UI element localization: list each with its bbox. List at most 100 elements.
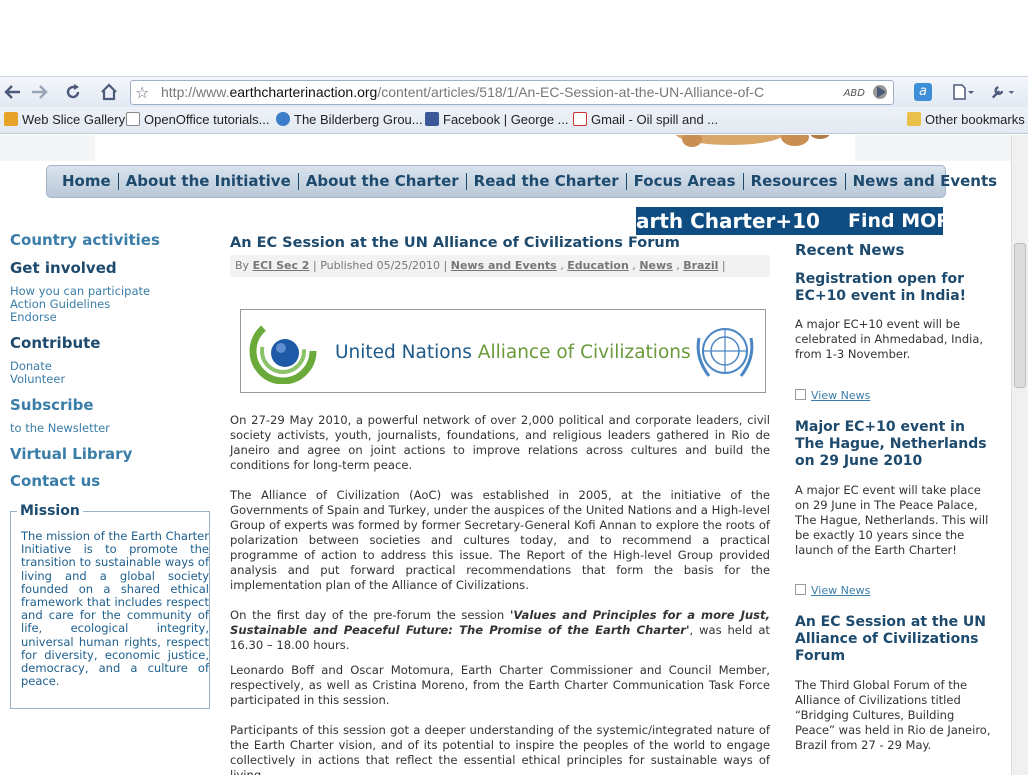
nav-read-charter[interactable]: Read the Charter: [467, 173, 627, 190]
author-link[interactable]: ECI Sec 2: [253, 259, 310, 272]
page-scrollbar[interactable]: [1011, 135, 1028, 775]
by-label: By: [235, 259, 250, 272]
unaoc-logo-image: United Nations Alliance of Civilizations: [240, 309, 766, 393]
mission-box: Mission The mission of the Earth Charter…: [10, 503, 210, 709]
meta-separator: |: [721, 259, 726, 272]
paragraph-3: On the first day of the pre-forum the se…: [230, 608, 770, 653]
nav-home[interactable]: Home: [55, 173, 119, 190]
wrench-menu-button[interactable]: [990, 81, 1016, 103]
tag-news[interactable]: News: [639, 259, 672, 272]
bookmark-label: Web Slice Gallery: [22, 112, 126, 127]
tag-brazil[interactable]: Brazil: [683, 259, 718, 272]
extension-a-icon: a: [914, 83, 932, 101]
meta-separator: |: [443, 259, 448, 272]
abd-extension-badge[interactable]: ABD: [844, 82, 865, 104]
forward-arrow-icon: [32, 85, 48, 99]
contribute-heading[interactable]: Contribute: [10, 334, 210, 352]
url-prefix: http://www.: [161, 84, 230, 100]
news-title-2[interactable]: Major EC+10 event in The Hague, Netherla…: [795, 419, 995, 470]
news-text-2: A major EC event will take place on 29 J…: [795, 483, 989, 557]
nav-resources[interactable]: Resources: [744, 173, 846, 190]
news-title-3[interactable]: An EC Session at the UN Alliance of Civi…: [795, 614, 995, 665]
window-top: [0, 0, 1028, 76]
wrench-icon: [991, 86, 1015, 99]
url-text: http://www.earthcharterinaction.org/cont…: [161, 81, 764, 104]
meta-separator: |: [312, 259, 317, 272]
page-menu-button[interactable]: [950, 81, 976, 103]
address-bar[interactable]: ☆ http://www.earthcharterinaction.org/co…: [130, 80, 894, 105]
bookmark-facebook[interactable]: Facebook | George ...: [425, 112, 569, 127]
forward-button[interactable]: [26, 81, 52, 103]
bookmark-openoffice[interactable]: OpenOffice tutorials...: [126, 112, 270, 127]
home-button[interactable]: [96, 81, 122, 103]
bookmark-label: Facebook | George ...: [443, 112, 569, 127]
url-domain: earthcharterinaction.org: [229, 84, 378, 100]
subscribe-heading[interactable]: Subscribe: [10, 396, 210, 414]
nav-news-events[interactable]: News and Events: [846, 173, 1004, 190]
url-path: /content/articles/518/1/An-EC-Session-at…: [377, 84, 765, 100]
subscribe-links: to the Newsletter: [10, 422, 210, 435]
scrollbar-thumb[interactable]: [1014, 243, 1026, 388]
country-activities-link[interactable]: Country activities: [10, 231, 210, 249]
view-news-label: View News: [811, 389, 871, 402]
tag-news-events[interactable]: News and Events: [451, 259, 557, 272]
back-button[interactable]: [0, 81, 26, 103]
bookmark-gmail[interactable]: Gmail - Oil spill and ...: [573, 112, 718, 127]
volunteer-link[interactable]: Volunteer: [10, 373, 210, 386]
view-news-link-2[interactable]: View News: [795, 584, 870, 597]
bookmark-web-slice[interactable]: Web Slice Gallery: [4, 112, 125, 127]
paragraph-4: Leonardo Boff and Oscar Motomura, Earth …: [230, 663, 770, 707]
news-text-1: A major EC+10 event will be celebrated i…: [795, 317, 984, 361]
extension-button[interactable]: a: [910, 81, 936, 103]
published-date: Published 05/25/2010: [320, 259, 441, 272]
page-icon: [126, 112, 140, 126]
article-meta: By ECI Sec 2 | Published 05/25/2010 | Ne…: [230, 255, 770, 277]
logo-text-aoc: Alliance of Civilizations: [477, 342, 691, 363]
contribute-links: Donate Volunteer: [10, 360, 210, 386]
news-text-3: The Third Global Forum of the Alliance o…: [795, 678, 991, 752]
document-icon: [795, 389, 806, 400]
virtual-library-link[interactable]: Virtual Library: [10, 445, 210, 463]
reload-button[interactable]: [60, 81, 86, 103]
unaoc-logo-text: United Nations Alliance of Civilizations: [335, 342, 691, 363]
bookmark-bilderberg[interactable]: The Bilderberg Grou...: [276, 112, 423, 127]
facebook-icon: [425, 112, 439, 126]
nav-focus-areas[interactable]: Focus Areas: [627, 173, 744, 190]
web-page: Home About the Initiative About the Char…: [0, 135, 1011, 775]
reload-icon: [66, 84, 80, 99]
paragraph-1: On 27-29 May 2010, a powerful network of…: [230, 413, 770, 472]
ec10-banner[interactable]: arth Charter+10 Find MOR: [636, 207, 943, 235]
recent-news-heading: Recent News: [795, 241, 905, 259]
recent-news: Recent News Registration open for EC+10 …: [795, 241, 995, 752]
endorse-link[interactable]: Endorse: [10, 311, 210, 324]
globe-icon: [276, 112, 290, 126]
article: An EC Session at the UN Alliance of Civi…: [230, 235, 770, 775]
main-nav: Home About the Initiative About the Char…: [46, 165, 997, 198]
nav-about-initiative[interactable]: About the Initiative: [119, 173, 299, 190]
tag-education[interactable]: Education: [567, 259, 629, 272]
web-slice-icon: [4, 112, 18, 126]
mission-text: The mission of the Earth Charter Initiat…: [21, 529, 209, 689]
contact-us-link[interactable]: Contact us: [10, 472, 210, 490]
home-icon: [101, 83, 117, 101]
go-button[interactable]: [868, 81, 894, 103]
p3-start: On the first day of the pre-forum the se…: [230, 608, 510, 622]
bookmark-label: OpenOffice tutorials...: [144, 112, 270, 127]
view-news-link-1[interactable]: View News: [795, 389, 870, 402]
page-icon: [953, 84, 974, 100]
browser-toolbar: ☆ http://www.earthcharterinaction.org/co…: [0, 76, 1028, 107]
bookmark-label: Other bookmarks: [925, 112, 1025, 127]
view-news-label: View News: [811, 584, 871, 597]
bookmark-other[interactable]: Other bookmarks: [907, 112, 1025, 127]
get-involved-heading[interactable]: Get involved: [10, 259, 210, 277]
get-involved-links: How you can participate Action Guideline…: [10, 285, 210, 324]
newsletter-link[interactable]: to the Newsletter: [10, 422, 210, 435]
un-emblem-icon: [696, 328, 754, 377]
document-icon: [795, 584, 806, 595]
news-title-1[interactable]: Registration open for EC+10 event in Ind…: [795, 271, 995, 305]
banner-find-more: Find MOR: [848, 210, 943, 232]
nav-about-charter[interactable]: About the Charter: [299, 173, 467, 190]
play-icon: [877, 86, 886, 98]
bookmark-star-icon[interactable]: ☆: [135, 81, 149, 104]
paragraph-5: Participants of this session got a deepe…: [230, 723, 770, 775]
